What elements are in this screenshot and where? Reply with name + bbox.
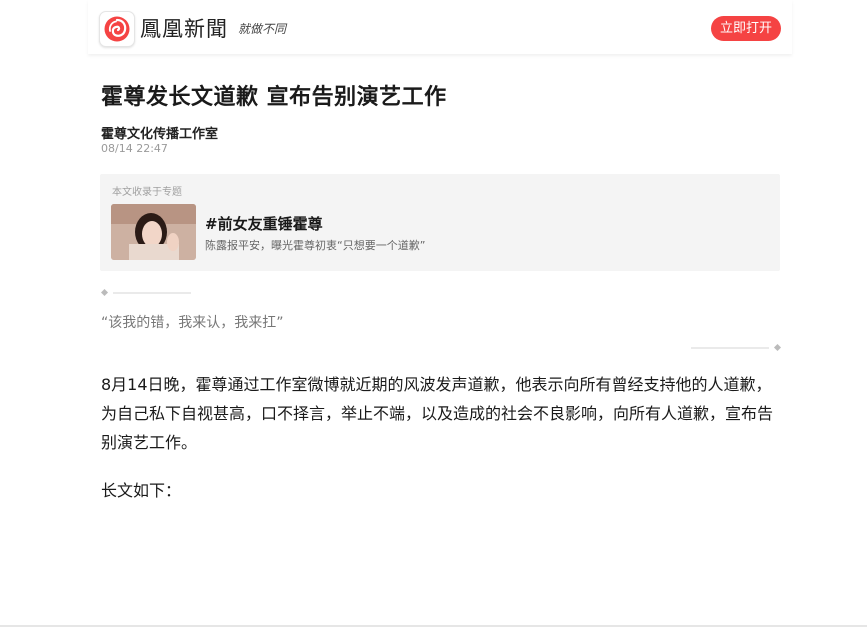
- article-paragraph: 长文如下：: [101, 481, 182, 500]
- open-app-button[interactable]: 立即打开: [711, 16, 781, 41]
- quote-divider-bottom: [691, 343, 781, 352]
- topic-subtitle: 陈露报平安，曝光霍尊初衷“只想要一个道歉”: [205, 239, 426, 252]
- article-author[interactable]: 霍尊文化传播工作室: [101, 123, 218, 142]
- article-title: 霍尊发长文道歉 宣布告别演艺工作: [101, 85, 447, 110]
- app-slogan: 就做不同: [238, 22, 287, 36]
- quote-divider-top: [101, 288, 191, 297]
- topic-card[interactable]: 本文收录于专题 #前女友重锤霍尊 陈露报平安，曝光霍尊初衷“只想要一个道歉”: [100, 174, 780, 271]
- topic-thumbnail[interactable]: [111, 204, 196, 260]
- topic-label: 本文收录于专题: [112, 187, 182, 198]
- phoenix-logo-icon[interactable]: [99, 11, 135, 47]
- article-paragraph: 8月14日晚，霍尊通过工作室微博就近期的风波发声道歉，他表示向所有曾经支持他的人…: [101, 375, 774, 452]
- app-logo-text: 鳳凰新聞: [140, 17, 228, 41]
- topic-title: #前女友重锤霍尊: [205, 215, 323, 233]
- article-page: 鳳凰新聞 就做不同 立即打开 霍尊发长文道歉 宣布告别演艺工作 霍尊文化传播工作…: [88, 0, 792, 627]
- top-bar: 鳳凰新聞 就做不同 立即打开: [88, 0, 792, 54]
- article-time: 08/14 22:47: [101, 142, 168, 155]
- quote-text: “该我的错，我来认，我来扛”: [101, 315, 284, 331]
